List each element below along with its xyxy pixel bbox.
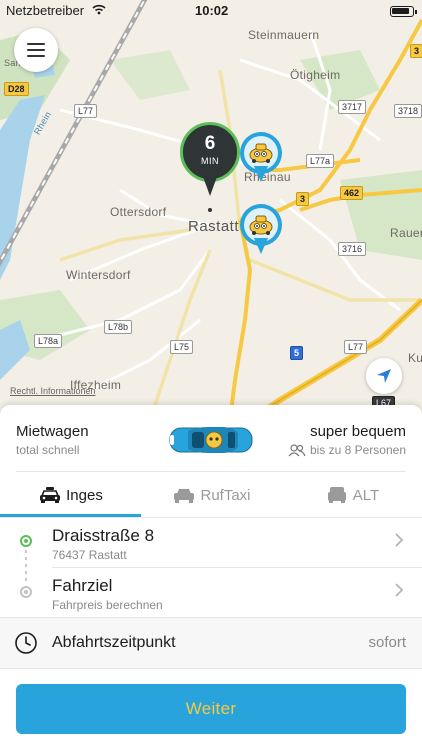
battery-tip: [415, 10, 417, 14]
taxi-front-icon: [40, 487, 61, 503]
place-label: Rastatt: [188, 218, 240, 235]
road-badge: L78b: [104, 320, 133, 334]
road-badge: L78a: [34, 334, 63, 348]
eta-badge: 6 MIN: [180, 122, 240, 182]
taxi-car-icon: [169, 427, 253, 453]
place-label: Ottersdorf: [110, 205, 167, 219]
place-label: Steinmauern: [248, 28, 320, 42]
road-badge: 3716: [338, 242, 367, 256]
van-front-icon: [327, 487, 346, 503]
road-badge: 3717: [338, 100, 367, 114]
tab-inges[interactable]: Inges: [0, 473, 141, 517]
wifi-icon: [92, 4, 106, 15]
clock-time: 10:02: [195, 3, 229, 18]
chevron-right-icon: [395, 583, 404, 597]
carrier-label: Netzbetreiber: [6, 3, 85, 18]
departure-label: Abfahrtszeitpunkt: [52, 634, 176, 651]
hamburger-line: [27, 55, 45, 57]
taxi-marker-tail: [254, 238, 268, 254]
battery-icon: [390, 6, 414, 17]
clock-icon: [15, 632, 37, 654]
taxi-marker[interactable]: [240, 132, 282, 184]
destination-title: Fahrziel: [52, 576, 113, 595]
taxi-marker-inner: [244, 136, 278, 170]
legal-info-link[interactable]: Rechtl. Informationen: [10, 386, 96, 396]
divider: [0, 668, 422, 669]
taxi-marker-tail: [254, 166, 268, 182]
place-label: Ötigheim: [290, 68, 341, 82]
passengers-icon: [288, 443, 306, 456]
road-badge: 3718: [394, 104, 422, 118]
eta-unit: MIN: [201, 156, 219, 166]
status-bar: Netzbetreiber 10:02: [0, 0, 422, 22]
place-label: Rauer: [390, 226, 422, 240]
pickup-address-row[interactable]: Draisstraße 8 76437 Rastatt: [0, 518, 422, 568]
pin-dot: [208, 208, 212, 212]
road-badge: 3: [410, 44, 422, 58]
road-badge: 3: [296, 192, 310, 206]
destination-subtitle: Fahrpreis berechnen: [52, 598, 163, 612]
road-badge: 5: [290, 346, 304, 360]
place-label: Wintersdorf: [66, 268, 131, 282]
map-view[interactable]: Steinmauern Ötigheim Rheinau Ottersdorf …: [0, 0, 422, 420]
road-badge: L77: [344, 340, 368, 354]
departure-time-row[interactable]: Abfahrtszeitpunkt sofort: [0, 618, 422, 668]
road-badge: 462: [340, 186, 364, 200]
pickup-address: Draisstraße 8: [52, 526, 155, 545]
pickup-city: 76437 Rastatt: [52, 548, 127, 562]
taxi-mascot-icon: [249, 143, 273, 163]
taxi-mascot-icon: [249, 215, 273, 235]
capacity-label: bis zu 8 Personen: [309, 443, 406, 457]
road-badge: L77: [74, 104, 98, 118]
departure-value: sofort: [368, 634, 406, 651]
tab-ruftaxi[interactable]: RufTaxi: [141, 473, 282, 517]
divider: [16, 471, 406, 472]
road-badge: L77a: [306, 154, 335, 168]
destination-row[interactable]: Fahrziel Fahrpreis berechnen: [0, 568, 422, 618]
pin-stem: [202, 174, 218, 196]
pickup-eta-pin[interactable]: 6 MIN: [180, 122, 240, 212]
locate-me-button[interactable]: [366, 358, 402, 394]
provider-tabs: Inges RufTaxi ALT: [0, 473, 422, 517]
tab-label: Inges: [66, 486, 103, 504]
vehicle-type-subtitle: total schnell: [16, 443, 80, 457]
continue-button[interactable]: Weiter: [16, 684, 406, 734]
location-arrow-icon: [377, 369, 391, 383]
hamburger-line: [27, 49, 45, 51]
taxi-marker-inner: [244, 208, 278, 242]
road-badge: L75: [170, 340, 194, 354]
tab-label: RufTaxi: [200, 486, 251, 504]
capacity-info: bis zu 8 Personen: [288, 443, 406, 457]
booking-sheet: Mietwagen total schnell super bequem bis…: [0, 405, 422, 750]
tab-label: ALT: [352, 486, 380, 504]
comfort-label: super bequem: [310, 423, 406, 440]
vehicle-type-row[interactable]: Mietwagen total schnell super bequem bis…: [0, 405, 422, 471]
eta-value: 6: [204, 133, 216, 154]
chevron-right-icon: [395, 533, 404, 547]
road-badge: D28: [4, 82, 29, 96]
taxi-marker[interactable]: [240, 204, 282, 256]
vehicle-type-title: Mietwagen: [16, 423, 89, 440]
car-front-icon: [174, 489, 195, 503]
hamburger-icon: [27, 43, 45, 45]
tab-alt[interactable]: ALT: [282, 473, 422, 517]
menu-button[interactable]: [14, 28, 58, 72]
place-label: Ku: [408, 351, 422, 365]
